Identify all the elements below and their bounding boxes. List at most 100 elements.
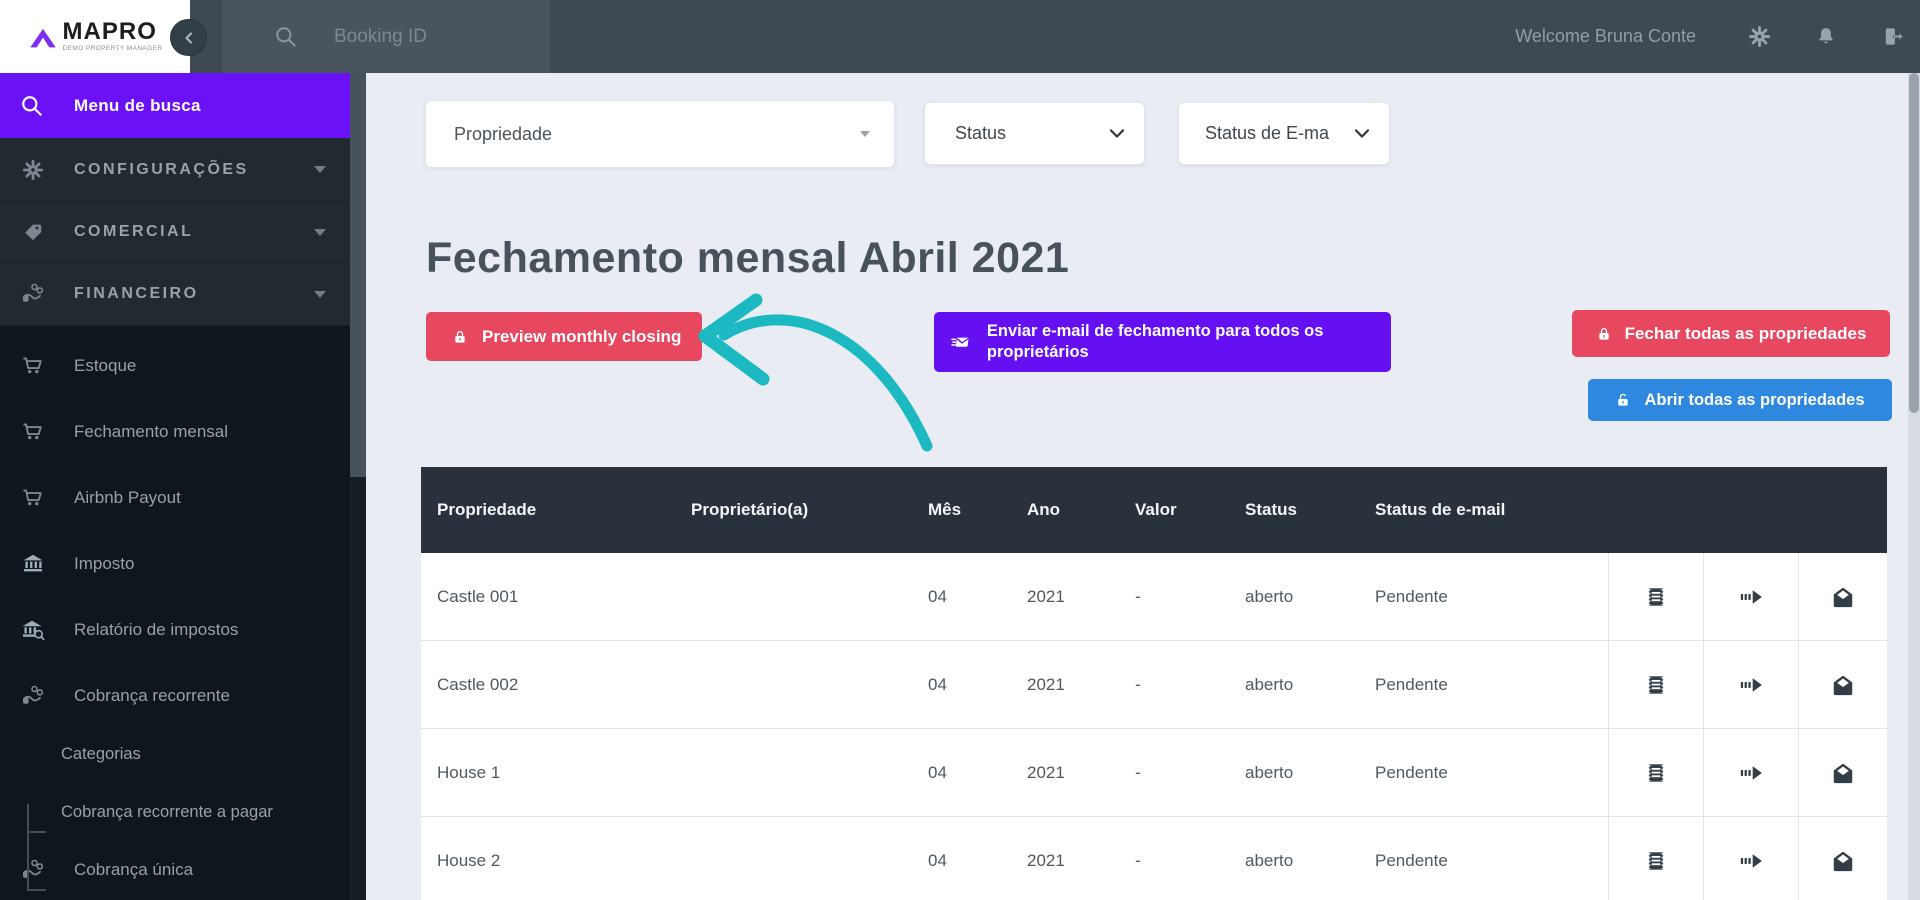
col-header-propriedade: Propriedade [421,500,675,520]
email-action-button[interactable] [1798,729,1887,816]
bank-icon [20,552,46,576]
forward-action-button[interactable] [1703,729,1798,816]
sidebar-section-financeiro[interactable]: FINANCEIRO [0,263,350,326]
sidebar-item-cobranca-recorrente[interactable]: Cobrança recorrente [0,663,350,729]
sidebar-item-label: Airbnb Payout [74,488,181,508]
col-header-ano: Ano [1011,500,1119,520]
receipt-action-button[interactable] [1608,553,1703,640]
cart-icon [20,486,46,510]
open-mail-icon [1830,584,1856,610]
email-action-button[interactable] [1798,641,1887,728]
notifications-bell-icon[interactable] [1815,25,1837,48]
cell-month: 04 [912,763,1011,783]
sidebar-item-categorias[interactable]: Categorias [0,729,350,779]
sidebar-item-menu-de-busca[interactable]: Menu de busca [0,73,350,138]
sidebar-section-comercial[interactable]: COMERCIAL [0,202,350,263]
sidebar-item-relatorio-de-impostos[interactable]: Relatório de impostos [0,597,350,663]
status-filter-select[interactable]: Status [924,102,1145,165]
cell-month: 04 [912,851,1011,871]
open-mail-icon [1830,760,1856,786]
forward-icon [1738,760,1764,786]
receipt-action-button[interactable] [1608,641,1703,728]
forward-icon [1738,584,1764,610]
settings-gear-icon[interactable] [1748,25,1771,48]
cell-value: - [1119,675,1229,695]
chevron-left-icon [182,31,196,45]
sidebar-item-label: Menu de busca [74,96,201,116]
receipt-icon [1643,760,1669,786]
sidebar-collapse-button[interactable] [170,19,207,56]
receipt-action-button[interactable] [1608,817,1703,900]
cell-year: 2021 [1011,587,1119,607]
chevron-down-icon [314,229,326,236]
sidebar-item-airbnb-payout[interactable]: Airbnb Payout [0,465,350,531]
sidebar-scrollbar-thumb[interactable] [350,73,366,477]
open-all-properties-button[interactable]: Abrir todas as propriedades [1588,379,1892,421]
receipt-icon [1643,584,1669,610]
forward-icon [1738,672,1764,698]
preview-monthly-closing-button[interactable]: Preview monthly closing [426,312,702,361]
cell-year: 2021 [1011,675,1119,695]
booking-search-input[interactable] [334,26,534,48]
forward-action-button[interactable] [1703,553,1798,640]
page-scrollbar-thumb[interactable] [1909,73,1919,413]
forward-action-button[interactable] [1703,641,1798,728]
email-action-button[interactable] [1798,553,1887,640]
table-row: Castle 002 04 2021 - aberto Pendente [421,641,1887,729]
sidebar-item-label: Fechamento mensal [74,422,228,442]
cart-icon [20,354,46,378]
cart-icon [20,420,46,444]
logo-tagline: DEMO PROPERTY MANAGER [63,46,163,53]
sidebar-item-label: Relatório de impostos [74,620,238,640]
sidebar-item-label: Estoque [74,356,136,376]
sidebar: Menu de busca CONFIGURAÇÕES COMERCIAL FI… [0,73,350,900]
closings-table: Propriedade Proprietário(a) Mês Ano Valo… [421,467,1887,900]
chevron-down-icon [314,291,326,298]
cell-property: House 2 [421,851,675,871]
welcome-text: Welcome Bruna Conte [1515,26,1696,47]
sidebar-item-cobranca-unica[interactable]: Cobrança única [0,841,350,899]
email-status-filter-select[interactable]: Status de E-ma [1178,102,1390,165]
tag-icon [20,221,46,243]
sidebar-item-imposto[interactable]: Imposto [0,531,350,597]
col-header-proprietario: Proprietário(a) [675,500,912,520]
topbar: MAPRO DEMO PROPERTY MANAGER Welcome Brun… [0,0,1920,73]
cell-email-status: Pendente [1359,851,1608,871]
property-filter-dropdown[interactable]: Propriedade [425,100,895,168]
search-icon [274,25,298,49]
send-closing-email-button[interactable]: Enviar e-mail de fechamento para todos o… [934,312,1391,372]
search-icon [20,94,44,118]
receipt-action-button[interactable] [1608,729,1703,816]
sidebar-item-label: Cobrança recorrente [74,686,230,706]
col-header-status-email: Status de e-mail [1359,500,1608,520]
cell-month: 04 [912,675,1011,695]
cell-status: aberto [1229,587,1359,607]
gear-icon [20,159,46,181]
email-action-button[interactable] [1798,817,1887,900]
logout-icon[interactable] [1881,25,1904,48]
open-mail-icon [1830,848,1856,874]
cell-value: - [1119,851,1229,871]
cell-email-status: Pendente [1359,763,1608,783]
table-row: House 2 04 2021 - aberto Pendente [421,817,1887,900]
page-scrollbar[interactable] [1908,73,1920,900]
sidebar-item-estoque[interactable]: Estoque [0,333,350,399]
chevron-down-icon [1110,129,1124,138]
table-row: House 1 04 2021 - aberto Pendente [421,729,1887,817]
lock-icon [1596,325,1612,343]
sidebar-item-label: Cobrança única [74,860,193,880]
button-label: Preview monthly closing [482,327,681,347]
sidebar-item-cobranca-recorrente-a-pagar[interactable]: Cobrança recorrente a pagar [0,779,330,841]
sidebar-scrollbar[interactable] [350,73,366,900]
forward-action-button[interactable] [1703,817,1798,900]
sidebar-section-configuracoes[interactable]: CONFIGURAÇÕES [0,138,350,202]
button-label: Abrir todas as propriedades [1644,391,1864,410]
cell-month: 04 [912,587,1011,607]
sidebar-item-fechamento-mensal[interactable]: Fechamento mensal [0,399,350,465]
caret-down-icon [860,131,870,137]
col-header-mes: Mês [912,500,1011,520]
close-all-properties-button[interactable]: Fechar todas as propriedades [1572,310,1890,357]
forward-icon [1738,848,1764,874]
cell-property: Castle 002 [421,675,675,695]
cell-email-status: Pendente [1359,675,1608,695]
